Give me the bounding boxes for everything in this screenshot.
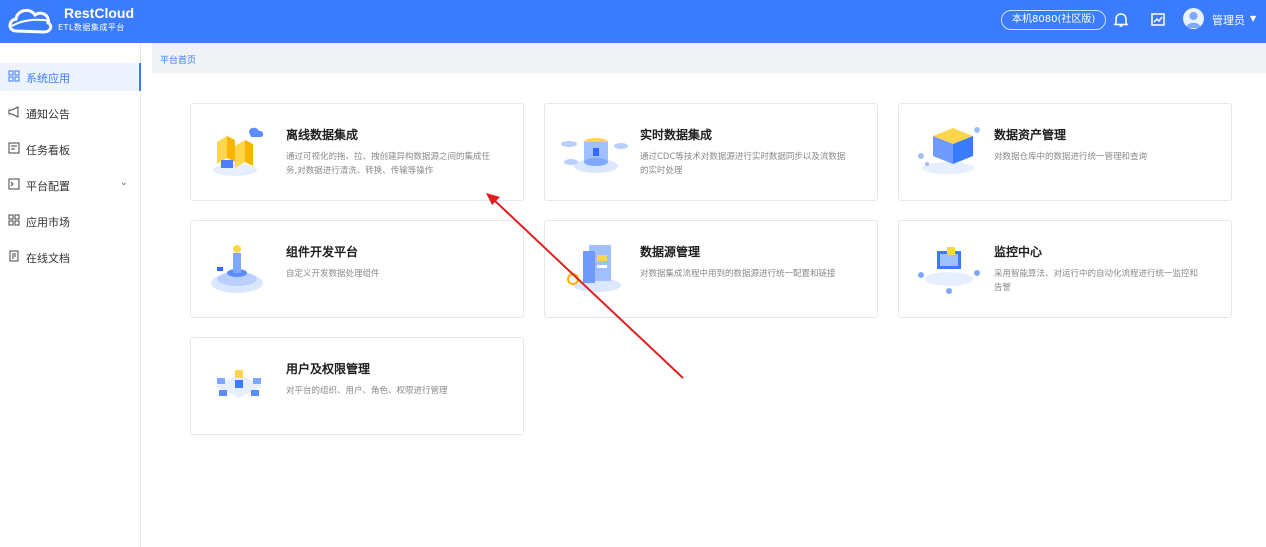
annotation-arrow [486, 193, 684, 379]
